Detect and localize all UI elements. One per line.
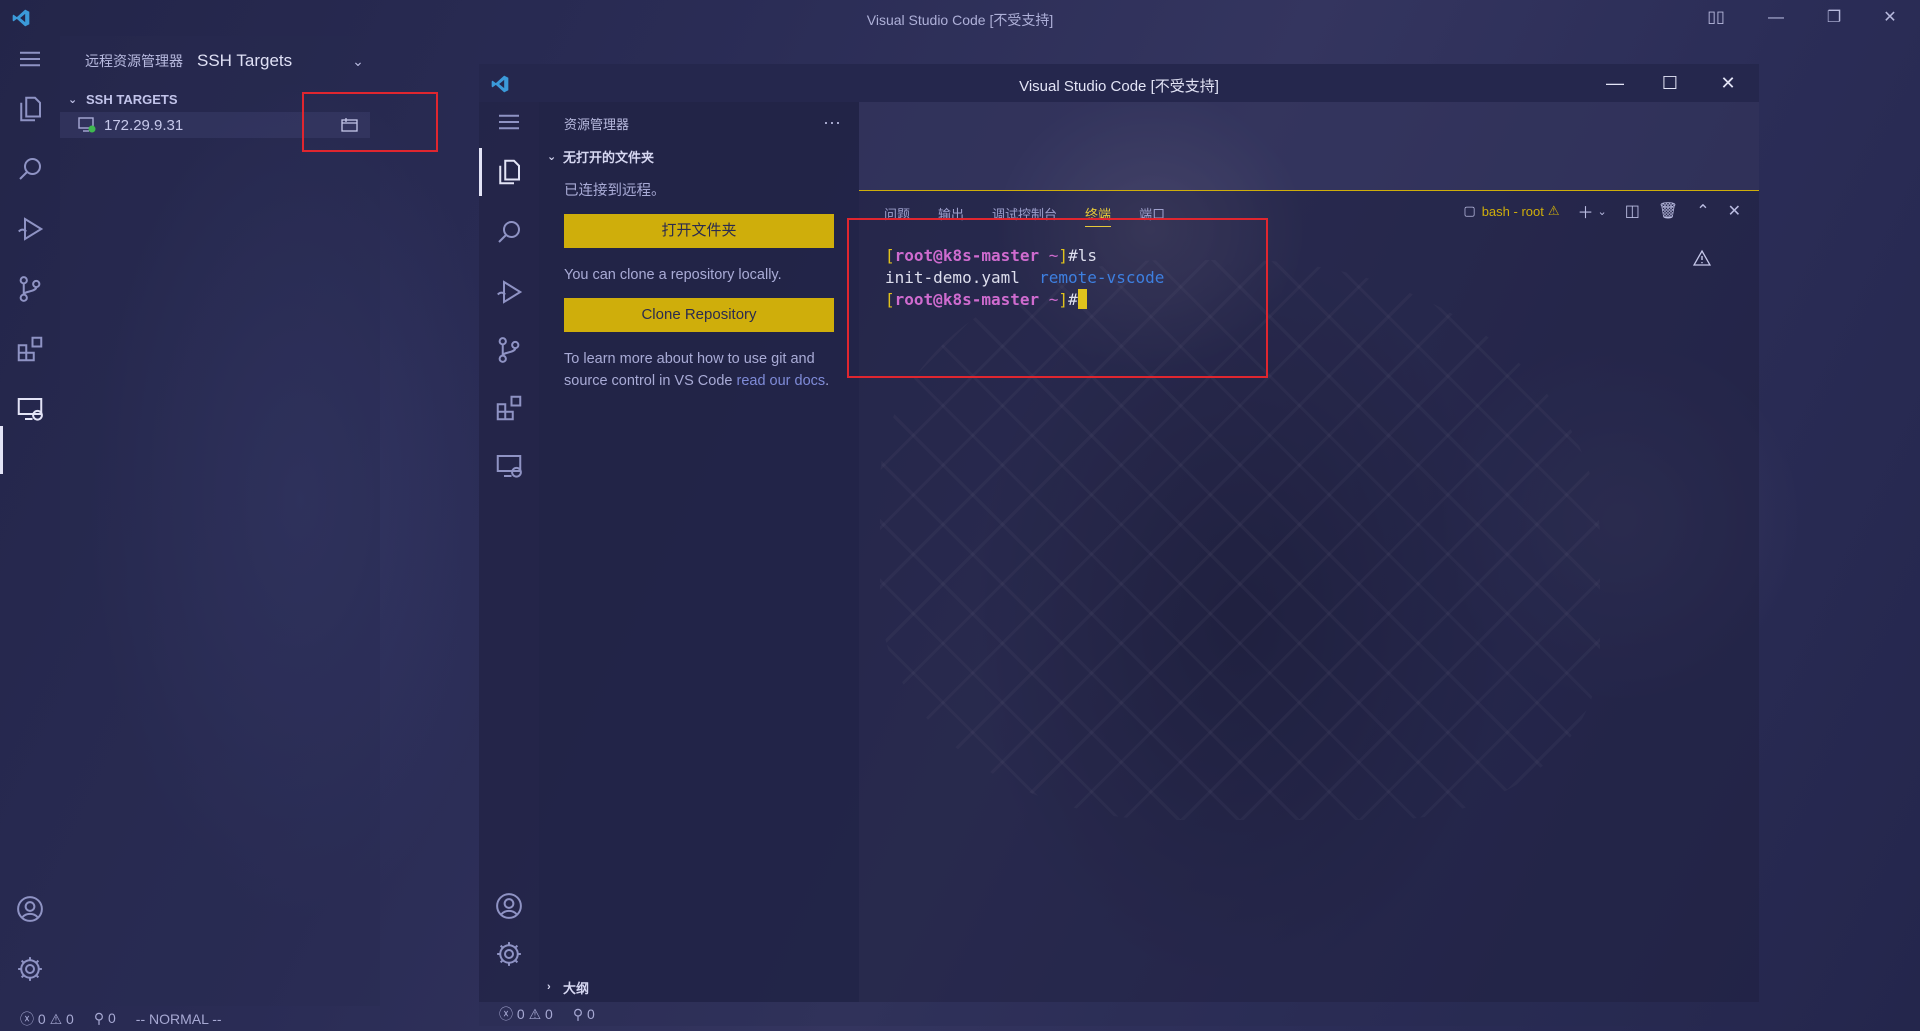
- sidebar-title: 远程资源管理器: [85, 53, 183, 69]
- explorer-header: 资源管理器 ···: [539, 102, 859, 144]
- read-docs-link[interactable]: read our docs: [736, 373, 825, 389]
- host-address: 172.29.9.31: [104, 116, 184, 134]
- run-debug-icon[interactable]: [491, 274, 527, 310]
- source-control-icon[interactable]: [12, 271, 48, 307]
- section-title: SSH TARGETS: [86, 91, 178, 107]
- inner-close-button[interactable]: ✕: [1714, 70, 1742, 96]
- active-view-indicator: [479, 148, 482, 196]
- terminal-icon: ▢: [1463, 203, 1476, 218]
- menu-icon[interactable]: [491, 104, 527, 140]
- chevron-right-icon: ›: [547, 981, 551, 993]
- source-control-icon[interactable]: [491, 332, 527, 368]
- inner-minimize-button[interactable]: —: [1601, 70, 1629, 96]
- explorer-welcome: 已连接到远程。 打开文件夹 You can clone a repository…: [539, 168, 859, 392]
- extensions-icon[interactable]: [491, 390, 527, 426]
- settings-gear-icon[interactable]: [12, 951, 48, 987]
- inner-vscode-window: Visual Studio Code [不受支持] — ☐ ✕ 资源管理器 ··…: [479, 64, 1759, 1026]
- learn-more-text: To learn more about how to use git and s…: [564, 351, 830, 389]
- clone-repository-button[interactable]: Clone Repository: [564, 298, 834, 332]
- explorer-icon[interactable]: [12, 91, 48, 127]
- terminal-toolbar: ▢ bash - root ⚠ ＋ ⌄ ◫ 🗑 ⌃ ✕: [1463, 199, 1741, 223]
- terminal-name[interactable]: bash - root: [1482, 204, 1544, 219]
- section-title: 无打开的文件夹: [563, 149, 655, 165]
- extensions-icon[interactable]: [12, 331, 48, 367]
- highlight-box-terminal: [847, 218, 1268, 378]
- outline-section[interactable]: › 大纲: [539, 974, 589, 1000]
- inner-window-title: Visual Studio Code [不受支持]: [1019, 78, 1219, 95]
- trash-icon[interactable]: 🗑: [1658, 201, 1678, 221]
- inner-maximize-button[interactable]: ☐: [1656, 70, 1684, 96]
- restore-button[interactable]: ❐: [1821, 6, 1847, 30]
- run-debug-icon[interactable]: [12, 211, 48, 247]
- layout-icon[interactable]: ▯▯: [1703, 6, 1729, 30]
- remote-host-connected-icon: [78, 117, 96, 133]
- close-panel-icon[interactable]: ✕: [1728, 201, 1741, 221]
- remote-explorer-icon[interactable]: [491, 448, 527, 484]
- search-icon[interactable]: [491, 214, 527, 250]
- clone-text: You can clone a repository locally.: [564, 267, 782, 283]
- explorer-title: 资源管理器: [564, 116, 630, 132]
- chevron-down-icon: ⌄: [68, 93, 78, 106]
- inner-activity-bar: [479, 102, 539, 1002]
- chevron-down-icon[interactable]: ⌄: [1598, 205, 1607, 218]
- no-folder-section[interactable]: ⌄ 无打开的文件夹: [539, 144, 859, 168]
- split-terminal-icon[interactable]: ◫: [1625, 201, 1640, 221]
- problems-status[interactable]: ⓧ 0 ⚠ 0: [20, 1009, 74, 1029]
- vim-mode: -- NORMAL --: [135, 1010, 222, 1027]
- highlight-box-connect: [302, 92, 438, 152]
- ports-status[interactable]: ⚲ 0: [94, 1010, 116, 1027]
- chevron-down-icon[interactable]: ⌄: [352, 53, 364, 70]
- editor-area: [859, 102, 1759, 190]
- explorer-sidebar: 资源管理器 ··· ⌄ 无打开的文件夹 已连接到远程。 打开文件夹 You ca…: [539, 102, 859, 1002]
- ports-status[interactable]: ⚲ 0: [573, 1006, 595, 1023]
- active-view-indicator: [0, 426, 3, 474]
- maximize-panel-icon[interactable]: ⌃: [1696, 201, 1709, 221]
- account-icon[interactable]: [491, 888, 527, 924]
- minimize-button[interactable]: —: [1763, 6, 1789, 30]
- remote-view-select[interactable]: SSH Targets: [197, 51, 292, 71]
- window-title: Visual Studio Code [不受支持]: [866, 12, 1054, 28]
- sidebar-header: 远程资源管理器 SSH Targets ⌄: [60, 36, 380, 86]
- outer-title-bar: Visual Studio Code [不受支持] ▯▯ — ❐ ✕: [0, 0, 1920, 36]
- problems-status[interactable]: ⓧ 0 ⚠ 0: [499, 1004, 553, 1024]
- more-actions-icon[interactable]: ···: [823, 112, 841, 133]
- connected-text: 已连接到远程。: [564, 183, 666, 199]
- remote-explorer-icon[interactable]: [12, 391, 48, 427]
- account-icon[interactable]: [12, 891, 48, 927]
- close-button[interactable]: ✕: [1877, 6, 1903, 30]
- open-folder-button[interactable]: 打开文件夹: [564, 214, 834, 248]
- activity-bar: [0, 36, 60, 1006]
- inner-status-bar: ⓧ 0 ⚠ 0 ⚲ 0: [479, 1002, 1759, 1026]
- outline-title: 大纲: [563, 980, 590, 996]
- explorer-icon[interactable]: [491, 154, 527, 190]
- warning-icon[interactable]: [1693, 249, 1711, 267]
- search-icon[interactable]: [12, 151, 48, 187]
- settings-gear-icon[interactable]: [491, 936, 527, 972]
- remote-explorer-sidebar: 远程资源管理器 SSH Targets ⌄ ⌄ SSH TARGETS 172.…: [60, 36, 380, 1006]
- chevron-down-icon: ⌄: [547, 150, 557, 163]
- warning-icon: ⚠: [1547, 203, 1560, 218]
- menu-icon[interactable]: [12, 41, 48, 77]
- inner-title-bar: Visual Studio Code [不受支持] — ☐ ✕: [479, 64, 1759, 102]
- background-decoration: [1818, 20, 1908, 620]
- new-terminal-icon[interactable]: ＋: [1578, 199, 1594, 223]
